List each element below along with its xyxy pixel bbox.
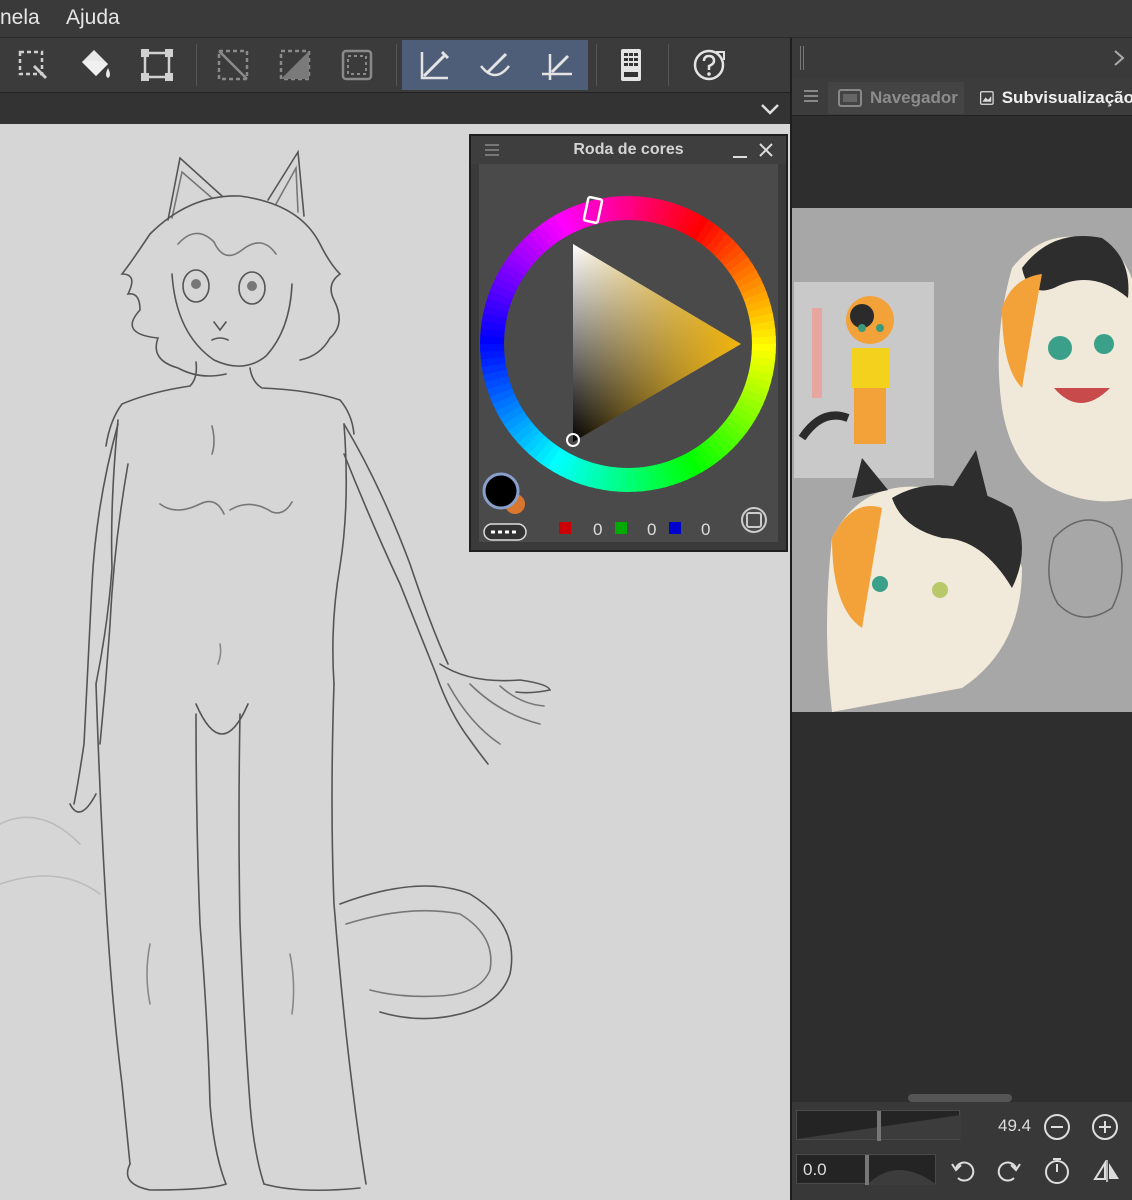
minimize-icon[interactable] (731, 144, 749, 160)
right-panel: Navegador Subvisualização 49.4 0.0 (790, 38, 1132, 1200)
palette-title-bar[interactable]: Roda de cores (471, 136, 786, 164)
tab-subvisualizacao[interactable]: Subvisualização (972, 82, 1132, 114)
expand-icon[interactable] (741, 507, 767, 533)
snap-grid-icon (542, 54, 572, 80)
select-all-icon (18, 50, 48, 80)
transform-button[interactable] (128, 40, 186, 90)
help-icon (693, 49, 725, 81)
red-value: 0 (593, 520, 603, 539)
rotate-left-icon[interactable] (948, 1156, 978, 1186)
invert-selection-button[interactable] (266, 40, 324, 90)
reset-rotation-icon[interactable] (1042, 1156, 1072, 1186)
chevron-down-icon[interactable] (758, 97, 782, 121)
command-bar (0, 38, 790, 92)
close-icon[interactable] (757, 141, 775, 159)
menu-janela[interactable]: nela (0, 6, 40, 30)
panel-menu-icon[interactable] (802, 88, 820, 104)
panel-grip[interactable] (800, 46, 804, 70)
tab-navegador-label: Navegador (870, 88, 958, 107)
red-channel-swatch (559, 522, 571, 534)
tab-navegador[interactable]: Navegador (828, 82, 964, 114)
green-value: 0 (647, 520, 657, 539)
deselect-button[interactable] (204, 40, 262, 90)
invert-selection-icon (279, 49, 311, 81)
color-wheel-palette: Roda de cores 0 0 0 (469, 134, 788, 552)
select-all-button[interactable] (4, 40, 62, 90)
navigator-icon (838, 89, 862, 107)
palette-body (479, 164, 778, 542)
edit-pad-button[interactable] (602, 40, 660, 90)
zoom-value: 49.4 (998, 1116, 1032, 1135)
snap-special-ruler-icon (480, 52, 510, 77)
menu-bar: nela Ajuda (0, 0, 1132, 38)
hue-wheel[interactable] (479, 164, 778, 542)
flip-horizontal-icon[interactable] (1092, 1156, 1122, 1186)
sub-view-icon (980, 91, 994, 105)
green-channel-swatch (615, 522, 627, 534)
fill-button[interactable] (66, 40, 124, 90)
main-color-swatch[interactable] (482, 472, 520, 510)
selection-border-button[interactable] (328, 40, 386, 90)
fill-icon (82, 50, 110, 78)
snap-ruler-icon (420, 50, 450, 80)
view-controls: 49.4 0.0 (792, 1102, 1132, 1200)
rotation-value: 0.0 (803, 1160, 827, 1179)
snap-special-ruler-button[interactable] (466, 40, 524, 90)
panel-header (792, 38, 1132, 78)
rotation-slider[interactable]: 0.0 (796, 1154, 937, 1185)
zoom-out-icon[interactable] (1042, 1112, 1072, 1142)
rotate-right-icon[interactable] (994, 1156, 1024, 1186)
reference-artwork (792, 208, 1132, 712)
zoom-in-icon[interactable] (1090, 1112, 1120, 1142)
saturation-value-triangle[interactable] (573, 244, 741, 442)
chevron-right-icon[interactable] (1112, 48, 1126, 68)
transform-icon (141, 49, 173, 81)
selection-border-icon (341, 49, 373, 81)
snap-ruler-button[interactable] (404, 40, 462, 90)
snap-grid-button[interactable] (528, 40, 586, 90)
sub-view-image[interactable] (792, 208, 1132, 712)
tab-subvisualizacao-label: Subvisualização (1001, 88, 1132, 107)
blue-value: 0 (701, 520, 711, 539)
blue-channel-swatch (669, 522, 681, 534)
secondary-bar (0, 92, 790, 124)
edit-pad-icon (621, 49, 641, 81)
zoom-slider[interactable] (796, 1110, 961, 1141)
menu-ajuda[interactable]: Ajuda (66, 6, 120, 30)
panel-tabs: Navegador Subvisualização (792, 78, 1132, 116)
horizontal-scrollbar[interactable] (908, 1094, 1012, 1102)
transparent-color-icon[interactable] (483, 523, 527, 541)
help-button[interactable] (680, 40, 738, 90)
deselect-icon (217, 49, 249, 81)
